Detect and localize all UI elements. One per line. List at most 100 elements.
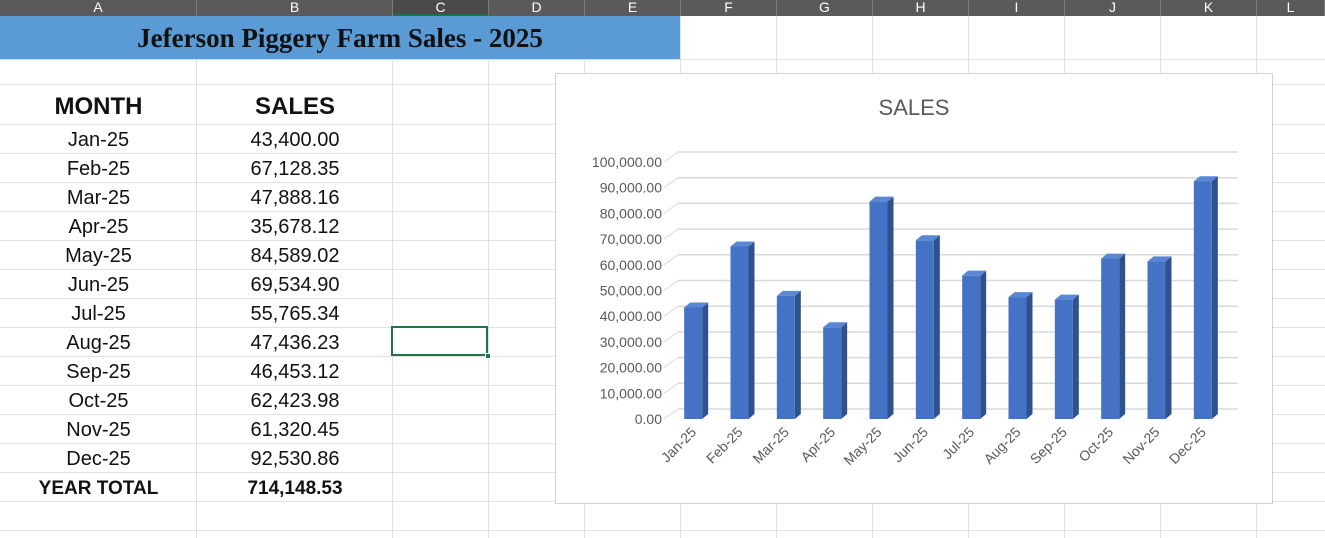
column-header-i[interactable]: I [969,0,1065,16]
month-cell[interactable]: Nov-25 [0,416,197,445]
month-cell[interactable]: Sep-25 [0,358,197,387]
bar-side [841,322,848,419]
sales-cell[interactable]: 46,453.12 [197,358,393,387]
sales-cell[interactable]: 61,320.45 [197,416,393,445]
sales-header[interactable]: SALES [197,90,393,124]
bar-side [1165,256,1172,419]
sales-cell[interactable]: 67,128.35 [197,155,393,184]
sales-cell[interactable]: 55,765.34 [197,300,393,329]
column-header-d[interactable]: D [489,0,585,16]
bar [1193,181,1212,419]
month-cell[interactable]: Dec-25 [0,445,197,474]
year-total-value[interactable]: 714,148.53 [197,474,393,503]
gridline-depth [663,357,679,369]
gridline-depth [663,382,679,394]
month-cell[interactable]: Aug-25 [0,329,197,358]
bar-side [794,290,801,419]
bar [1008,297,1027,419]
x-tick-label: Dec-25 [1166,424,1209,467]
gridline-depth [663,177,679,189]
sales-cell[interactable]: 47,436.23 [197,329,393,358]
x-tick-label: Mar-25 [749,424,792,467]
gridline-depth [663,202,679,214]
column-header-c[interactable]: C [393,0,489,16]
bar [776,295,795,419]
column-header-e[interactable]: E [585,0,681,16]
bar-side [702,302,709,419]
month-cell[interactable]: May-25 [0,242,197,271]
x-tick-label: Apr-25 [797,424,838,465]
x-tick-label: Jul-25 [939,424,977,462]
bar-side [1211,176,1218,419]
gridline-depth [663,305,679,317]
month-cell[interactable]: Jun-25 [0,271,197,300]
sales-cell[interactable]: 43,400.00 [197,126,393,155]
gridline-depth [663,331,679,343]
bar-side [748,241,755,419]
bar-side [980,270,987,419]
sales-cell[interactable]: 84,589.02 [197,242,393,271]
y-tick-label: 80,000.00 [600,205,662,221]
y-tick-label: 60,000.00 [600,257,662,273]
bar [730,246,749,419]
gridline-depth [663,254,679,266]
sales-cell[interactable]: 35,678.12 [197,213,393,242]
month-cell[interactable]: Mar-25 [0,184,197,213]
grid-column-line [488,16,489,538]
grid-row-line [0,59,1325,60]
bar-side [933,235,940,419]
column-header-j[interactable]: J [1065,0,1161,16]
sales-cell[interactable]: 62,423.98 [197,387,393,416]
month-cell[interactable]: Oct-25 [0,387,197,416]
bar [1101,258,1120,419]
column-header-k[interactable]: K [1161,0,1257,16]
y-tick-label: 0.00 [635,411,662,427]
month-header[interactable]: MONTH [0,90,197,124]
column-header-l[interactable]: L [1257,0,1325,16]
month-cell[interactable]: Jul-25 [0,300,197,329]
x-tick-label: Oct-25 [1075,424,1116,465]
year-total-label[interactable]: YEAR TOTAL [0,474,197,503]
gridline-depth [663,408,679,420]
column-header-f[interactable]: F [681,0,777,16]
active-cell-selection[interactable] [391,326,488,356]
gridline-depth [663,151,679,163]
column-header-g[interactable]: G [777,0,873,16]
sales-cell[interactable]: 69,534.90 [197,271,393,300]
sales-chart[interactable]: SALES 0.00 10,000.00 20,000.00 30,000.00 40,0… [555,73,1273,504]
bar-side [1026,292,1033,419]
bar [915,240,934,419]
bar [962,275,981,419]
grid-row-line [0,530,1325,531]
x-tick-label: Aug-25 [980,424,1023,467]
y-tick-label: 30,000.00 [600,334,662,350]
y-tick-label: 70,000.00 [600,231,662,247]
x-tick-label: Jan-25 [658,424,700,466]
x-tick-label: May-25 [840,424,884,468]
gridline-depth [663,228,679,240]
bar-side [887,196,894,419]
bar [1054,299,1073,419]
bar [869,201,888,419]
month-cell[interactable]: Jan-25 [0,126,197,155]
month-cell[interactable]: Apr-25 [0,213,197,242]
fill-handle[interactable] [485,353,491,359]
y-tick-label: 100,000.00 [592,154,662,170]
month-cell[interactable]: Feb-25 [0,155,197,184]
y-tick-label: 20,000.00 [600,360,662,376]
column-header-bar: ABCDEFGHIJKL [0,0,1325,16]
sales-cell[interactable]: 47,888.16 [197,184,393,213]
column-header-a[interactable]: A [0,0,197,16]
sales-cell[interactable]: 92,530.86 [197,445,393,474]
bar-side [1119,253,1126,419]
column-header-b[interactable]: B [197,0,393,16]
y-tick-label: 40,000.00 [600,308,662,324]
bar [684,307,703,419]
gridline-depth [663,280,679,291]
bar [823,327,842,419]
y-tick-label: 50,000.00 [600,283,662,299]
column-header-h[interactable]: H [873,0,969,16]
y-tick-label: 90,000.00 [600,180,662,196]
sheet-title[interactable]: Jeferson Piggery Farm Sales - 2025 [0,16,680,59]
x-tick-label: Sep-25 [1027,424,1070,467]
